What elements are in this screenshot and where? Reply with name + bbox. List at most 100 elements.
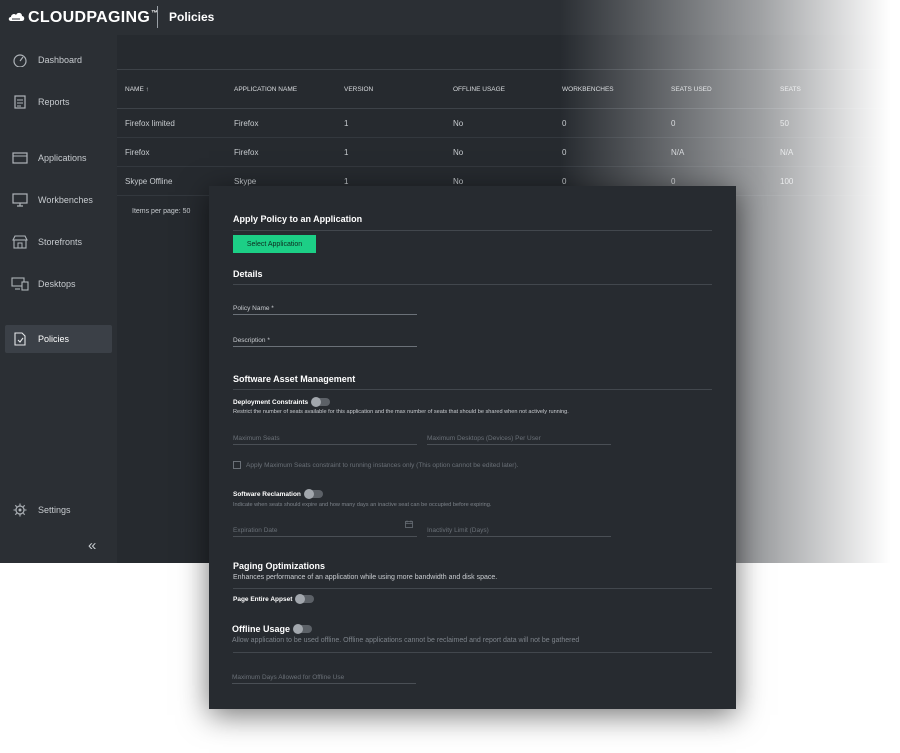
brand-logo[interactable]: CLOUDPAGING ™ xyxy=(8,9,158,27)
software-reclamation-row: Software Reclamation xyxy=(233,489,323,499)
page-entire-appset-label: Page Entire Appset xyxy=(233,595,293,603)
max-offline-days-field[interactable]: Maximum Days Allowed for Offline Use xyxy=(232,669,416,684)
cell-seats-used: 0 xyxy=(671,118,676,128)
sidebar-item-label: Workbenches xyxy=(38,195,93,205)
sidebar-item-desktops[interactable]: Desktops xyxy=(5,270,112,298)
max-offline-days-label: Maximum Days Allowed for Offline Use xyxy=(232,674,345,681)
inactivity-limit-label: Inactivity Limit (Days) xyxy=(427,527,489,534)
divider xyxy=(233,230,712,231)
sidebar-item-label: Dashboard xyxy=(38,55,83,65)
policy-name-label: Policy Name * xyxy=(233,305,274,312)
cell-offline-usage: No xyxy=(453,118,464,128)
header-divider xyxy=(157,6,158,28)
cell-application-name: Firefox xyxy=(234,147,259,157)
divider xyxy=(233,652,712,653)
apply-policy-dialog: Apply Policy to an Application Select Ap… xyxy=(209,186,736,709)
cell-workbenches: 0 xyxy=(562,147,567,157)
settings-label: Settings xyxy=(38,505,71,515)
sidebar: Dashboard Reports Applications Workbench… xyxy=(0,35,117,563)
table-row[interactable]: Firefox limited Firefox 1 No 0 0 50 xyxy=(117,109,900,138)
page-entire-appset-toggle[interactable] xyxy=(295,594,315,604)
sidebar-item-label: Storefronts xyxy=(38,237,83,247)
sidebar-item-applications[interactable]: Applications xyxy=(5,144,112,172)
table-header: NAME ↑ APPLICATION NAME VERSION OFFLINE … xyxy=(117,70,900,109)
cell-seats: N/A xyxy=(780,147,794,157)
content-toolbar xyxy=(117,35,900,70)
software-reclamation-toggle[interactable] xyxy=(303,489,323,499)
cell-workbenches: 0 xyxy=(562,118,567,128)
storefront-icon xyxy=(10,234,30,250)
offline-usage-label: Offline Usage xyxy=(232,624,291,634)
checkbox-box[interactable] xyxy=(233,461,241,469)
monitor-icon xyxy=(10,192,30,208)
cell-seats: 50 xyxy=(780,118,789,128)
apply-max-seats-label: Apply Maximum Seats constraint to runnin… xyxy=(246,461,519,469)
column-header-name[interactable]: NAME ↑ xyxy=(125,70,149,108)
policies-icon xyxy=(10,331,30,347)
maximum-seats-field[interactable]: Maximum Seats xyxy=(233,430,417,445)
sidebar-item-reports[interactable]: Reports xyxy=(5,88,112,116)
column-header-offline-usage[interactable]: OFFLINE USAGE xyxy=(453,70,505,108)
document-icon xyxy=(10,94,30,110)
brand-name: CLOUDPAGING xyxy=(28,9,151,26)
column-header-workbenches[interactable]: WORKBENCHES xyxy=(562,70,614,108)
description-field[interactable]: Description * xyxy=(233,332,417,347)
offline-usage-description: Allow application to be used offline. Of… xyxy=(232,637,580,644)
sidebar-item-dashboard[interactable]: Dashboard xyxy=(5,46,112,74)
cell-offline-usage: No xyxy=(453,147,464,157)
sidebar-item-label: Applications xyxy=(38,153,87,163)
sidebar-item-settings[interactable]: Settings xyxy=(5,496,112,524)
sidebar-item-label: Policies xyxy=(38,334,70,344)
deployment-constraints-toggle[interactable] xyxy=(311,397,331,407)
software-reclamation-description: Indicate when seats should expire and ho… xyxy=(233,502,492,508)
description-label: Description * xyxy=(233,337,270,344)
cell-seats: 100 xyxy=(780,176,794,186)
cell-name: Firefox xyxy=(125,147,150,157)
cloud-icon xyxy=(8,9,28,27)
software-reclamation-label: Software Reclamation xyxy=(233,490,301,498)
offline-usage-toggle[interactable] xyxy=(293,624,313,634)
maximum-desktops-field[interactable]: Maximum Desktops (Devices) Per User xyxy=(427,430,611,445)
column-header-application-name[interactable]: APPLICATION NAME xyxy=(234,70,297,108)
cell-seats-used: N/A xyxy=(671,147,685,157)
sidebar-item-workbenches[interactable]: Workbenches xyxy=(5,186,112,214)
paging-heading: Paging Optimizations xyxy=(233,561,326,571)
deployment-constraints-label: Deployment Constraints xyxy=(233,398,309,406)
column-header-version[interactable]: VERSION xyxy=(344,70,373,108)
divider xyxy=(233,588,712,589)
inactivity-limit-field[interactable]: Inactivity Limit (Days) xyxy=(427,522,611,537)
sam-heading: Software Asset Management xyxy=(233,374,356,384)
top-bar: CLOUDPAGING ™ Policies xyxy=(0,0,900,36)
items-per-page[interactable]: Items per page: 50 xyxy=(132,208,190,215)
select-application-button[interactable]: Select Application xyxy=(233,235,316,253)
cell-version: 1 xyxy=(344,147,349,157)
cell-name: Firefox limited xyxy=(125,118,175,128)
sidebar-item-storefronts[interactable]: Storefronts xyxy=(5,228,112,256)
cell-version: 1 xyxy=(344,118,349,128)
expiration-date-label: Expiration Date xyxy=(233,527,278,534)
maximum-seats-label: Maximum Seats xyxy=(233,435,280,442)
column-header-seats[interactable]: SEATS xyxy=(780,70,801,108)
sidebar-item-label: Desktops xyxy=(38,279,76,289)
paging-description: Enhances performance of an application w… xyxy=(233,574,498,581)
sidebar-item-policies[interactable]: Policies xyxy=(5,325,112,353)
policy-name-field[interactable]: Policy Name * xyxy=(233,300,417,315)
desktops-icon xyxy=(10,276,30,292)
calendar-icon[interactable] xyxy=(405,515,413,533)
page-entire-appset-row: Page Entire Appset xyxy=(233,594,315,604)
expiration-date-field[interactable]: Expiration Date xyxy=(233,520,417,537)
collapse-sidebar-icon[interactable]: « xyxy=(88,537,96,554)
cell-application-name: Firefox xyxy=(234,118,259,128)
window-icon xyxy=(10,150,30,166)
gear-icon xyxy=(10,502,30,518)
cell-name: Skype Offline xyxy=(125,176,173,186)
deployment-constraints-description: Restrict the number of seats available f… xyxy=(233,409,569,415)
dialog-title: Apply Policy to an Application xyxy=(233,214,363,224)
divider xyxy=(233,389,712,390)
table-row[interactable]: Firefox Firefox 1 No 0 N/A N/A xyxy=(117,138,900,167)
page-title: Policies xyxy=(169,10,215,24)
gauge-icon xyxy=(10,52,30,68)
apply-max-seats-checkbox[interactable]: Apply Maximum Seats constraint to runnin… xyxy=(233,461,518,469)
offline-usage-row: Offline Usage xyxy=(232,624,313,634)
column-header-seats-used[interactable]: SEATS USED xyxy=(671,70,712,108)
